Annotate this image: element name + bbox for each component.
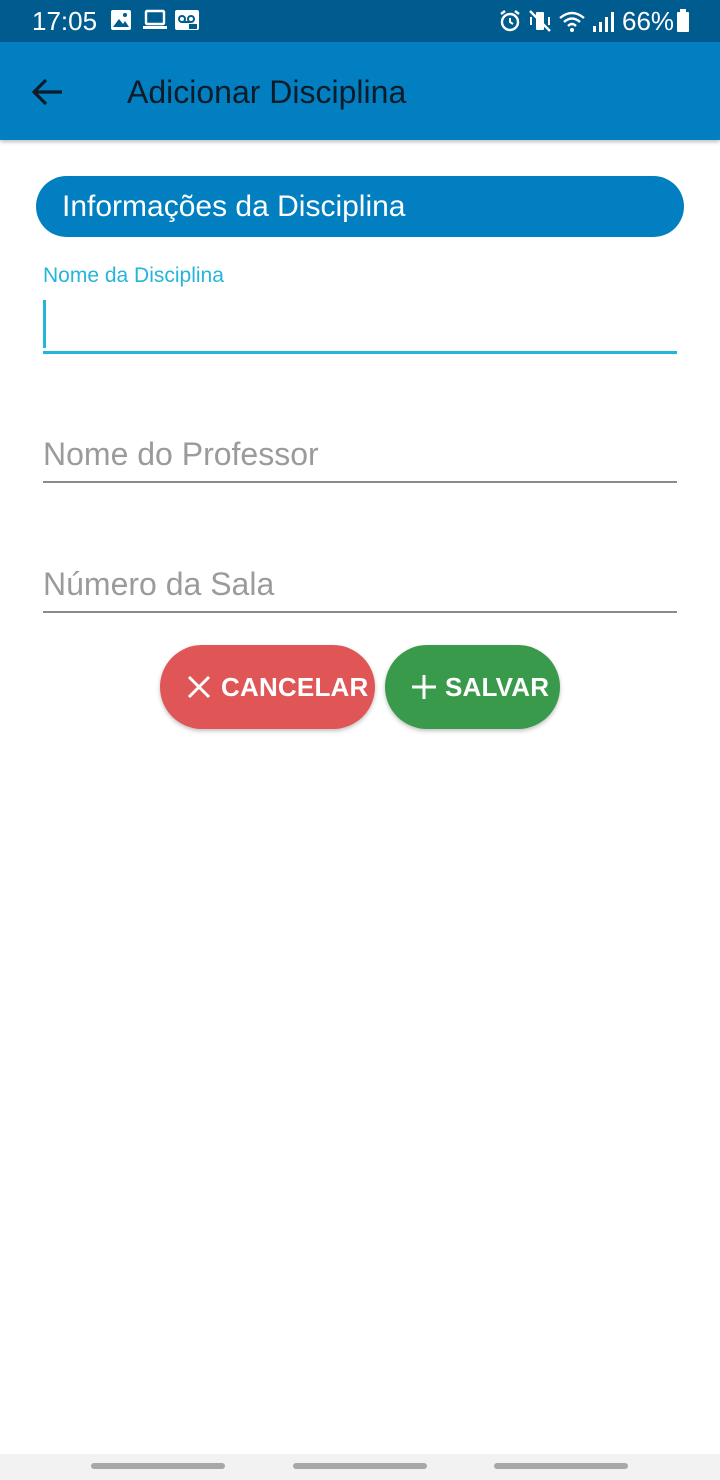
subject-name-input[interactable] (43, 306, 677, 346)
wifi-icon (559, 11, 585, 32)
subject-name-underline (43, 351, 677, 354)
back-button[interactable] (20, 67, 70, 117)
cancel-button[interactable]: CANCELAR (160, 645, 375, 729)
status-right-icons: 66% (496, 6, 696, 36)
nav-back-handle[interactable] (494, 1463, 628, 1469)
system-navigation-bar (0, 1454, 720, 1480)
professor-name-field[interactable] (43, 432, 677, 484)
room-number-input[interactable] (43, 564, 677, 604)
save-button[interactable]: SALVAR (385, 645, 560, 729)
nav-recents-handle[interactable] (91, 1463, 225, 1469)
plus-icon (412, 675, 436, 699)
app-bar: Adicionar Disciplina (0, 42, 720, 140)
arrow-left-icon (31, 78, 62, 106)
image-icon (111, 10, 131, 30)
subject-name-field[interactable]: Nome da Disciplina (43, 262, 677, 357)
vibrate-mute-icon (529, 10, 551, 32)
section-header: Informações da Disciplina (36, 176, 684, 237)
room-number-field[interactable] (43, 562, 677, 614)
laptop-icon (143, 9, 167, 29)
close-icon (187, 675, 211, 699)
page-title: Adicionar Disciplina (127, 74, 407, 110)
battery-icon (677, 9, 689, 32)
professor-name-underline (43, 481, 677, 483)
status-time: 17:05 (32, 6, 98, 36)
subject-name-label: Nome da Disciplina (43, 264, 224, 287)
signal-icon (593, 12, 614, 32)
save-button-label: SALVAR (445, 672, 550, 702)
nav-home-handle[interactable] (293, 1463, 427, 1469)
professor-name-input[interactable] (43, 434, 677, 474)
alarm-icon (500, 10, 520, 32)
section-title: Informações da Disciplina (62, 190, 406, 223)
status-bar: 17:05 66% (0, 0, 720, 42)
voicemail-icon (175, 10, 199, 30)
battery-percentage: 66% (622, 6, 675, 36)
room-number-underline (43, 611, 677, 613)
cancel-button-label: CANCELAR (221, 672, 369, 702)
